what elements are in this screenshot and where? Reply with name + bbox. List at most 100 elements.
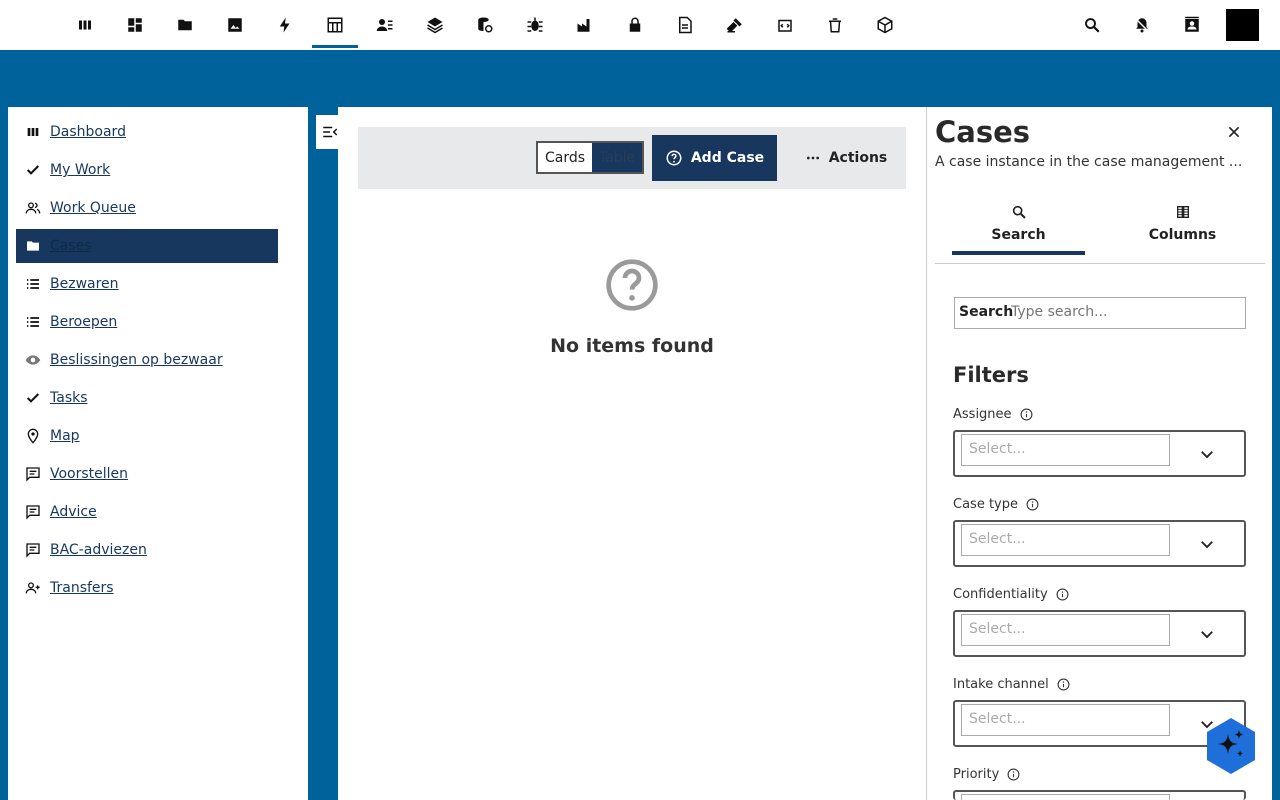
sidebar-item-transfers[interactable]: Transfers xyxy=(16,571,278,605)
filters-heading: Filters xyxy=(953,363,1029,387)
sidebar-item-tasks[interactable]: Tasks xyxy=(16,381,278,415)
actions-label: Actions xyxy=(828,150,888,166)
sidebar-item-label: Beroepen xyxy=(50,314,118,330)
gavel-icon[interactable] xyxy=(712,0,758,50)
table-view-toggle[interactable]: Table xyxy=(592,143,642,172)
package-icon[interactable] xyxy=(862,0,908,50)
close-panel-button[interactable] xyxy=(1223,121,1245,143)
case-type-select[interactable]: Select... xyxy=(953,520,1246,567)
document-icon[interactable] xyxy=(662,0,708,50)
layers-icon[interactable] xyxy=(412,0,458,50)
ai-assistant-button[interactable] xyxy=(1204,716,1258,776)
lock-icon[interactable] xyxy=(612,0,658,50)
sidebar-item-label: My Work xyxy=(50,162,111,178)
filter-label-priority: Priority xyxy=(953,767,1020,782)
filter-label-intake-channel: Intake channel xyxy=(953,677,1070,692)
intake-channel-select[interactable]: Select... xyxy=(953,700,1246,747)
sidebar-item-dashboard[interactable]: Dashboard xyxy=(16,115,278,149)
question-mark-icon xyxy=(606,259,658,311)
folder-icon[interactable] xyxy=(162,0,208,50)
list-icon xyxy=(16,314,50,330)
assignee-select[interactable]: Select... xyxy=(953,430,1246,477)
folder-icon xyxy=(16,238,50,254)
tab-label: Columns xyxy=(1148,227,1217,243)
contact-card-icon[interactable] xyxy=(1172,0,1212,50)
sidebar-item-my-work[interactable]: My Work xyxy=(16,153,278,187)
eye-icon xyxy=(16,352,50,368)
info-icon[interactable] xyxy=(1057,678,1070,691)
priority-select[interactable] xyxy=(953,790,1246,800)
sidebar-item-label: Tasks xyxy=(50,390,88,406)
sidebar-item-map[interactable]: Map xyxy=(16,419,278,453)
sidebar-item-cases[interactable]: Cases xyxy=(16,229,278,263)
people-icon xyxy=(16,200,50,216)
cases-side-panel: Cases A case instance in the case manage… xyxy=(926,107,1272,800)
search-field[interactable]: Search xyxy=(954,297,1246,329)
view-columns-icon xyxy=(16,124,50,140)
empty-state-text: No items found xyxy=(550,335,714,357)
sidebar-item-work-queue[interactable]: Work Queue xyxy=(16,191,278,225)
sidebar-item-beroepen[interactable]: Beroepen xyxy=(16,305,278,339)
sidebar-item-voorstellen[interactable]: Voorstellen xyxy=(16,457,278,491)
sidebar-item-label: Voorstellen xyxy=(50,466,129,482)
sidebar-item-bac-adviezen[interactable]: BAC-adviezen xyxy=(16,533,278,567)
sidebar: Dashboard My Work Work Queue Cases Bezwa… xyxy=(8,107,308,800)
sidebar-item-bezwaren[interactable]: Bezwaren xyxy=(16,267,278,301)
confidentiality-select-input[interactable]: Select... xyxy=(961,614,1170,646)
bug-icon[interactable] xyxy=(512,0,558,50)
assignee-select-input[interactable]: Select... xyxy=(961,434,1170,466)
bolt-icon[interactable] xyxy=(262,0,308,50)
search-icon[interactable] xyxy=(1072,0,1112,50)
filter-label-assignee: Assignee xyxy=(953,407,1033,422)
sidebar-item-label: Dashboard xyxy=(50,124,126,140)
sidebar-item-label: BAC-adviezen xyxy=(50,542,147,558)
confidentiality-select[interactable]: Select... xyxy=(953,610,1246,657)
filter-label-text: Intake channel xyxy=(953,677,1049,692)
intake-channel-select-input[interactable]: Select... xyxy=(961,704,1170,736)
tab-columns[interactable]: Columns xyxy=(1116,202,1249,254)
tab-search[interactable]: Search xyxy=(952,202,1085,255)
trash-icon[interactable] xyxy=(812,0,858,50)
avatar[interactable] xyxy=(1226,9,1259,41)
person-list-icon[interactable] xyxy=(362,0,408,50)
cards-view-toggle[interactable]: Cards xyxy=(538,143,592,172)
add-case-button[interactable]: Add Case xyxy=(652,135,777,181)
info-icon[interactable] xyxy=(1007,768,1020,781)
actions-button[interactable]: Actions xyxy=(798,135,894,181)
list-toolbar: Cards Table Add Case Actions xyxy=(358,127,906,189)
filter-label-text: Assignee xyxy=(953,407,1012,422)
comment-icon xyxy=(16,466,50,482)
info-icon[interactable] xyxy=(1056,588,1069,601)
check-icon xyxy=(16,390,50,406)
factory-icon[interactable] xyxy=(562,0,608,50)
view-toggle: Cards Table xyxy=(536,141,644,174)
help-circle-icon xyxy=(666,150,682,166)
dashboard-grid-icon[interactable] xyxy=(112,0,158,50)
sidebar-item-label: Bezwaren xyxy=(50,276,119,292)
filter-label-text: Case type xyxy=(953,497,1018,512)
view-columns-icon[interactable] xyxy=(62,0,108,50)
more-horizontal-icon xyxy=(806,156,819,160)
search-input[interactable] xyxy=(1011,304,1241,320)
database-sync-icon[interactable] xyxy=(462,0,508,50)
sidebar-item-advice[interactable]: Advice xyxy=(16,495,278,529)
image-icon[interactable] xyxy=(212,0,258,50)
chevron-down-icon xyxy=(1201,631,1213,639)
main-content: Cards Table Add Case Actions No items fo… xyxy=(338,107,926,800)
code-box-icon[interactable] xyxy=(762,0,808,50)
info-icon[interactable] xyxy=(1026,498,1039,511)
panel-title: Cases xyxy=(935,115,1031,149)
filter-label-case-type: Case type xyxy=(953,497,1039,512)
sidebar-item-label: Cases xyxy=(50,238,92,254)
notifications-off-icon[interactable] xyxy=(1122,0,1162,50)
table-chart-icon[interactable] xyxy=(312,0,358,50)
chevron-down-icon xyxy=(1201,451,1213,459)
info-icon[interactable] xyxy=(1020,408,1033,421)
columns-icon xyxy=(1176,206,1189,218)
case-type-select-input[interactable]: Select... xyxy=(961,524,1170,556)
priority-select-input[interactable] xyxy=(961,794,1170,800)
tab-label: Search xyxy=(991,227,1046,243)
comment-icon xyxy=(16,542,50,558)
sidebar-item-beslissingen-op-bezwaar[interactable]: Beslissingen op bezwaar xyxy=(16,343,278,377)
filter-label-text: Confidentiality xyxy=(953,587,1048,602)
